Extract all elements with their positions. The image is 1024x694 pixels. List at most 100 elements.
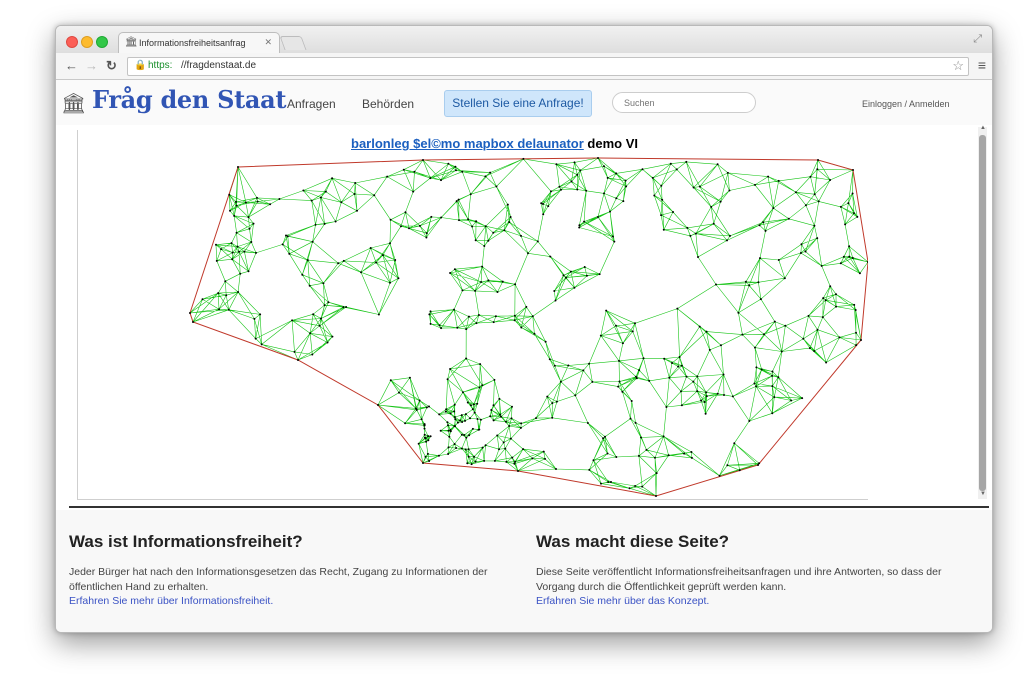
zoom-window-button[interactable]	[96, 36, 108, 48]
mesh-point	[784, 324, 787, 327]
nav-link-behoerden[interactable]: Behörden	[362, 97, 414, 111]
mesh-point	[816, 237, 819, 240]
mesh-point	[848, 245, 851, 248]
mesh-point	[481, 446, 484, 449]
site-logo[interactable]: Fråg den Staat	[92, 85, 287, 114]
mesh-point	[259, 313, 262, 316]
close-icon[interactable]: ✕	[264, 37, 272, 48]
mesh-point	[319, 196, 322, 199]
info-link[interactable]: Erfahren Sie mehr über das Konzept.	[536, 594, 976, 608]
mesh-point	[418, 399, 421, 402]
mesh-point	[250, 241, 253, 243]
mesh-point	[586, 422, 589, 424]
mesh-point	[817, 200, 820, 203]
demo-link[interactable]: barlonleg $el©mo mapbox delaunator	[351, 136, 584, 151]
nav-link-anfragen[interactable]: Anfragen	[287, 97, 336, 111]
scrollbar-thumb[interactable]	[979, 135, 986, 491]
scroll-down-icon[interactable]: ▼	[980, 491, 986, 497]
mesh-point	[641, 168, 644, 171]
mesh-point	[466, 462, 469, 465]
mesh-point	[759, 298, 762, 301]
vertical-scrollbar[interactable]: ▲ ▼	[978, 125, 987, 499]
browser-toolbar: ← → ↻ 🔒 https: //fragdenstaat.de ☆ ≡	[56, 53, 992, 80]
mesh-point	[816, 328, 819, 331]
reload-icon[interactable]: ↻	[106, 58, 117, 73]
mesh-point	[607, 481, 610, 483]
mesh-point	[638, 369, 641, 372]
mesh-point	[353, 193, 356, 195]
mesh-point	[535, 417, 537, 420]
mesh-point	[553, 290, 556, 292]
mesh-point	[201, 298, 204, 301]
back-arrow-icon[interactable]: ←	[65, 58, 78, 73]
mesh-point	[454, 425, 456, 428]
mesh-point	[476, 418, 479, 420]
mesh-point	[851, 192, 854, 195]
mesh-point	[562, 274, 565, 277]
mesh-point	[559, 380, 562, 383]
forward-arrow-icon[interactable]: →	[85, 58, 98, 73]
mesh-point	[496, 434, 499, 437]
minimize-window-button[interactable]	[81, 36, 93, 48]
mesh-point	[228, 193, 231, 196]
hamburger-menu-icon[interactable]: ≡	[978, 57, 986, 73]
search-input[interactable]	[612, 92, 756, 113]
mesh-point	[651, 176, 654, 179]
bookmark-star-icon[interactable]: ☆	[952, 58, 964, 74]
mesh-point	[641, 485, 644, 488]
mesh-point	[302, 189, 305, 192]
mesh-point	[342, 306, 345, 309]
mesh-point	[327, 301, 330, 304]
mesh-point	[456, 421, 459, 424]
mesh-point	[256, 200, 259, 203]
mesh-point	[231, 251, 234, 254]
new-request-button[interactable]: Stellen Sie eine Anfrage!	[444, 90, 592, 117]
mesh-point	[542, 203, 544, 205]
mesh-point	[345, 306, 348, 308]
new-tab-button[interactable]	[279, 36, 307, 50]
mesh-point	[465, 328, 468, 331]
info-link[interactable]: Erfahren Sie mehr über Informationsfreih…	[69, 594, 509, 608]
mesh-point	[447, 424, 449, 427]
mesh-point	[591, 380, 594, 383]
mesh-points	[189, 157, 868, 497]
mesh-point	[306, 259, 309, 262]
close-window-button[interactable]	[66, 36, 78, 48]
mesh-point	[661, 198, 664, 201]
address-bar[interactable]: 🔒 https: //fragdenstaat.de ☆	[127, 57, 969, 76]
mesh-point	[495, 185, 498, 188]
mesh-point	[447, 429, 450, 432]
browser-tab[interactable]: 🏛 Informationsfreiheitsanfrag ✕	[118, 32, 280, 54]
mesh-point	[618, 380, 621, 383]
mesh-point	[453, 443, 456, 445]
mesh-point	[408, 227, 410, 230]
mesh-point	[425, 406, 428, 409]
mesh-point	[460, 433, 463, 436]
mesh-point	[625, 185, 628, 188]
mesh-point	[615, 197, 618, 200]
mesh-point	[375, 261, 378, 264]
mesh-point	[458, 219, 460, 222]
mesh-point	[323, 222, 326, 225]
fullscreen-icon[interactable]: ⤢	[973, 33, 982, 46]
mesh-point	[318, 324, 321, 327]
scroll-up-icon[interactable]: ▲	[980, 125, 986, 131]
info-heading: Was ist Informationsfreiheit?	[69, 532, 303, 551]
login-link[interactable]: Einloggen / Anmelden	[862, 99, 950, 109]
mesh-point	[389, 379, 392, 382]
mesh-point	[311, 240, 314, 243]
mesh-point	[398, 391, 400, 394]
mesh-point	[624, 179, 627, 182]
mesh-point	[680, 404, 683, 407]
mesh-point	[247, 270, 250, 273]
building-logo-icon[interactable]: 🏛	[61, 91, 86, 116]
mesh-point	[468, 434, 471, 437]
mesh-point	[418, 224, 421, 227]
mesh-point	[696, 375, 699, 378]
mesh-point	[660, 184, 663, 187]
mesh-point	[522, 157, 525, 160]
mesh-point	[513, 319, 516, 322]
mesh-point	[705, 395, 708, 398]
mesh-point	[675, 168, 678, 171]
mesh-point	[463, 434, 466, 436]
